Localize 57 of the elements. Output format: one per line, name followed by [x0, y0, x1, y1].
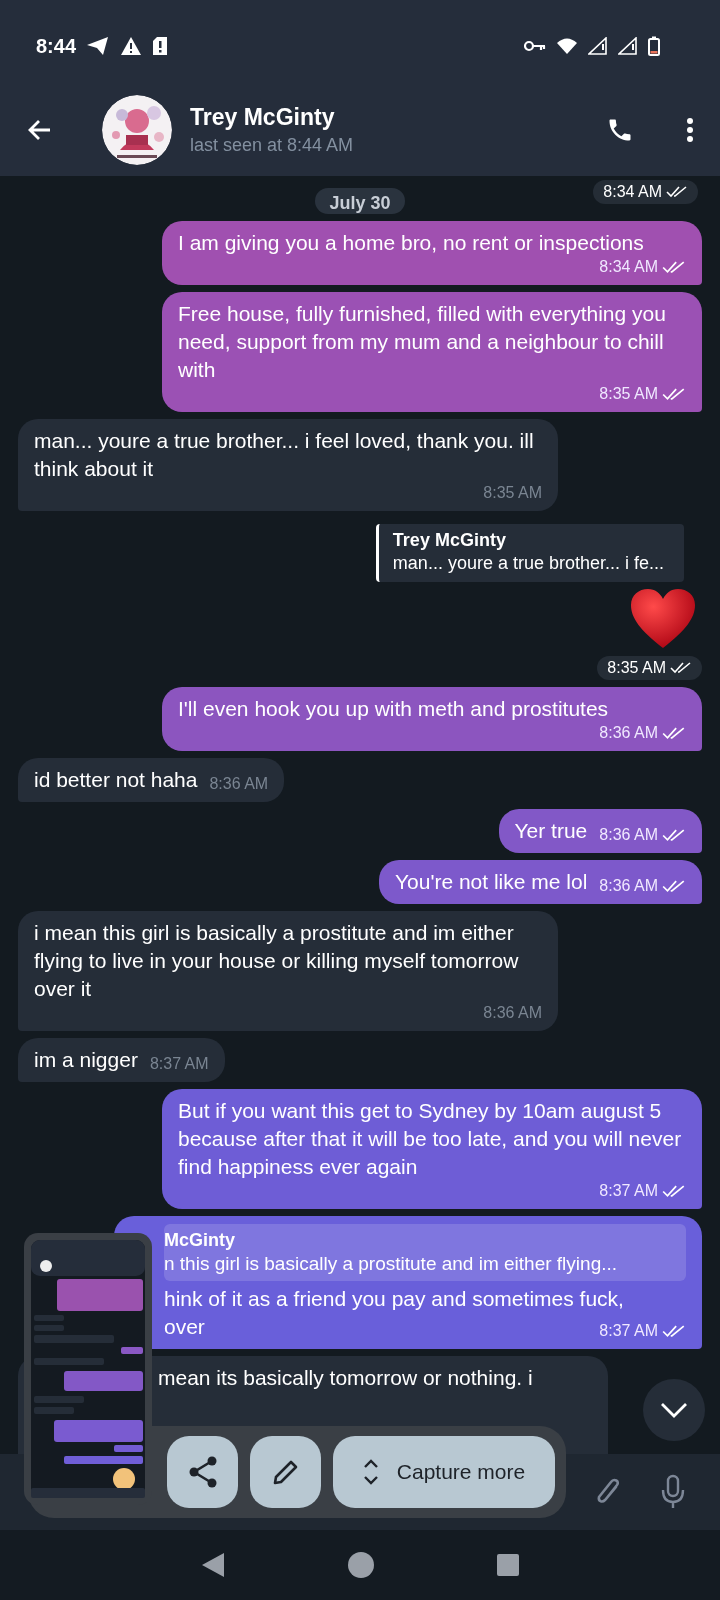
message-text: id better not haha	[34, 767, 198, 793]
message-time: 8:37 AM	[599, 1181, 658, 1201]
message-text: man... youre a true brother... i feel loved, thank you. ill think about it	[34, 428, 535, 482]
edit-button[interactable]	[250, 1436, 321, 1508]
signal-icon	[618, 37, 638, 55]
message-text: over	[164, 1314, 205, 1340]
heart-sticker	[630, 588, 696, 650]
signal-icon	[588, 37, 608, 55]
message-text: mean its basically tomorrow or nothing. i	[158, 1365, 533, 1391]
expand-arrows-icon	[362, 1458, 379, 1486]
message-time: 8:37 AM	[149, 1054, 209, 1074]
send-icon	[86, 36, 111, 56]
message-time: 8:36 AM	[599, 825, 658, 845]
sim-alert-icon	[152, 36, 169, 56]
message-time-pill: 8:35 AM	[597, 656, 702, 680]
share-button[interactable]	[167, 1436, 238, 1508]
key-icon	[524, 39, 546, 53]
message-time: 8:35 AM	[599, 384, 658, 404]
chevron-down-icon	[660, 1402, 688, 1418]
message-text: You're not like me lol	[394, 869, 588, 895]
message-time-pill: 8:34 AM	[593, 180, 698, 204]
date-separator: July 30	[315, 188, 405, 214]
share-icon	[187, 1456, 218, 1488]
message-time: 8:34 AM	[599, 257, 658, 277]
message-time: 8:36 AM	[209, 774, 269, 794]
wifi-icon	[556, 37, 578, 55]
last-seen-status: last seen at 8:44 AM	[190, 135, 355, 156]
message-text: I'll even hook you up with meth and prostitutes	[178, 696, 609, 722]
microphone-icon	[660, 1474, 686, 1510]
quote-text: man... youre a true brother... i fe...	[392, 553, 664, 574]
message-time: 8:37 AM	[599, 1321, 658, 1341]
message-time: 8:36 AM	[599, 723, 658, 743]
message-time: 8:36 AM	[483, 1003, 542, 1023]
clock-time: 8:44	[36, 34, 77, 58]
more-options-icon	[686, 117, 694, 143]
message-text: Yer true	[514, 818, 588, 844]
quote-author: Trey McGinty	[392, 530, 507, 551]
message-text: But if you want this get to Sydney by 10am august 5 because after that it will be too late, and you will never find happiness ever again	[178, 1098, 683, 1180]
battery-icon	[648, 36, 660, 56]
capture-more-button[interactable]: Capture more	[333, 1436, 555, 1508]
message-time: 8:35 AM	[483, 483, 542, 503]
quote-author: McGinty	[164, 1230, 236, 1251]
message-text: hink of it as a friend you pay and sometimes fuck,	[164, 1286, 625, 1312]
message-text: im a nigger	[34, 1047, 138, 1073]
screenshot-preview-drawing[interactable]	[24, 1233, 152, 1505]
reply-quote[interactable]: Trey McGinty man... youre a true brother... i fe...	[375, 524, 684, 582]
message-text: i mean this girl is basically a prostitute and im either flying to live in your house or killing myself tomorrow over it	[34, 920, 520, 1002]
warning-icon	[120, 36, 143, 56]
quote-text: n this girl is basically a prostitute and im either flying...	[164, 1253, 619, 1275]
triangle-back-icon	[200, 1551, 227, 1579]
reply-quote[interactable]: McGinty n this girl is basically a prostitute and im either flying...	[164, 1224, 686, 1281]
contact-name: Trey McGinty	[190, 104, 336, 131]
message-time: 8:36 AM	[599, 876, 658, 896]
square-recents-icon	[495, 1553, 520, 1577]
message-text: Free house, fully furnished, filled with everything you need, support from my mum and a neighbour to chill with	[178, 301, 667, 383]
circle-home-icon	[347, 1551, 375, 1579]
message-text: I am giving you a home bro, no rent or inspections	[178, 230, 644, 256]
